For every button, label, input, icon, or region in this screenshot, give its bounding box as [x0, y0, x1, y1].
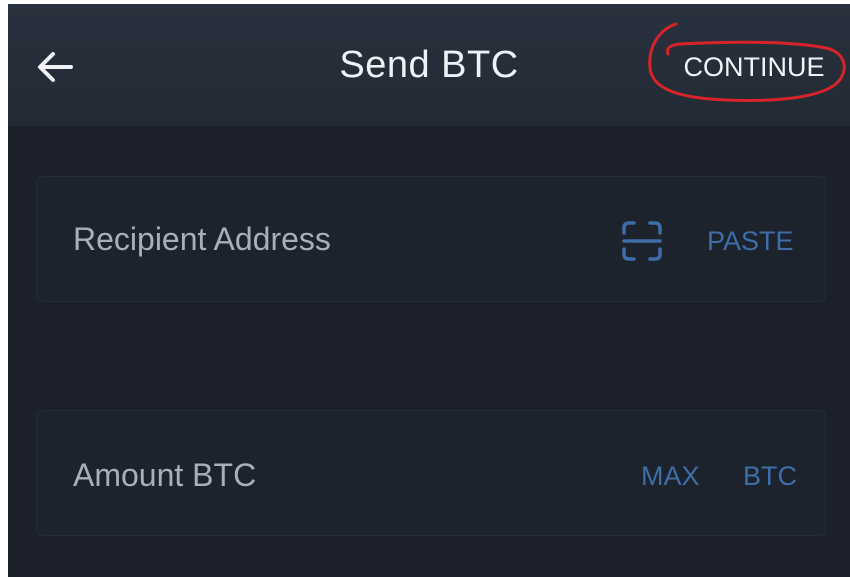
qr-scan-icon [622, 221, 662, 261]
app-header: Send BTC CONTINUE [8, 4, 850, 126]
continue-button[interactable]: CONTINUE [668, 44, 840, 90]
paste-button[interactable]: PASTE [707, 177, 794, 303]
max-button[interactable]: MAX [641, 411, 700, 537]
amount-field[interactable]: Amount BTC MAX BTC [36, 410, 826, 536]
recipient-address-field[interactable]: Recipient Address PASTE [36, 176, 826, 302]
recipient-address-input[interactable]: Recipient Address [73, 177, 331, 303]
send-btc-screen: Send BTC CONTINUE Recipient Address PAST… [8, 4, 850, 577]
currency-unit-button[interactable]: BTC [743, 411, 797, 537]
amount-input[interactable]: Amount BTC [73, 411, 256, 537]
back-button[interactable] [32, 44, 78, 90]
arrow-left-icon [38, 52, 73, 82]
scan-qr-button[interactable] [621, 220, 663, 262]
